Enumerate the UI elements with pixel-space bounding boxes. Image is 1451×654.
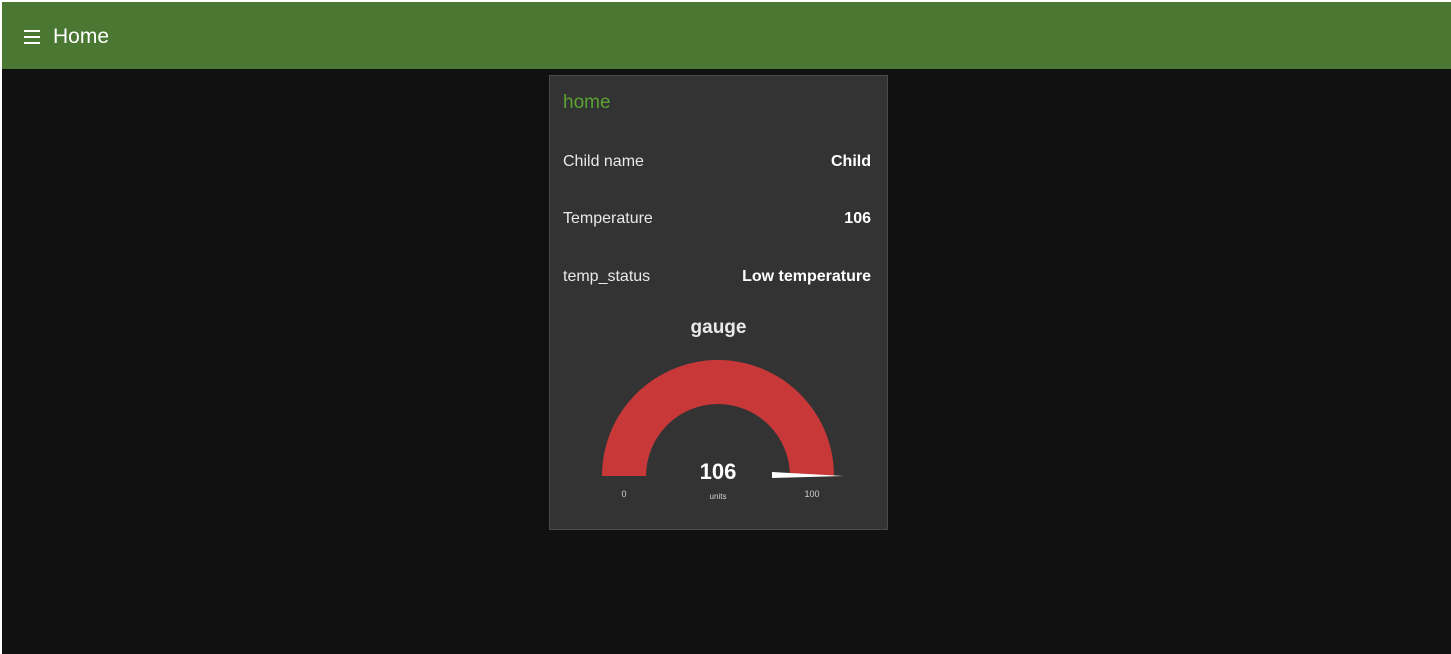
gauge-title: gauge	[690, 317, 747, 338]
temperature-row: Temperature 106	[563, 208, 871, 230]
gauge-max-label: 100	[804, 489, 819, 499]
hamburger-menu-icon[interactable]	[22, 29, 42, 45]
temp-status-row: temp_status Low temperature	[563, 266, 871, 288]
temp-status-value: Low temperature	[742, 268, 871, 285]
gauge-value: 106	[700, 459, 737, 484]
temperature-value: 106	[844, 210, 871, 227]
gauge-units: units	[710, 492, 727, 501]
child-name-value: Child	[831, 153, 871, 170]
page-title: Home	[53, 25, 110, 48]
child-name-row: Child name Child	[563, 151, 871, 173]
group-title: home	[563, 92, 611, 113]
temp-status-label: temp_status	[563, 268, 651, 285]
home-group-card: home Child name Child Temperature 106 te…	[549, 75, 888, 530]
dashboard-page: Home home Child name Child Temperature 1…	[2, 2, 1451, 654]
gauge-min-label: 0	[621, 489, 626, 499]
temperature-label: Temperature	[563, 210, 653, 227]
temperature-gauge: 106 units 0 100	[602, 360, 844, 501]
top-toolbar: Home	[2, 2, 1451, 69]
child-name-label: Child name	[563, 153, 644, 170]
